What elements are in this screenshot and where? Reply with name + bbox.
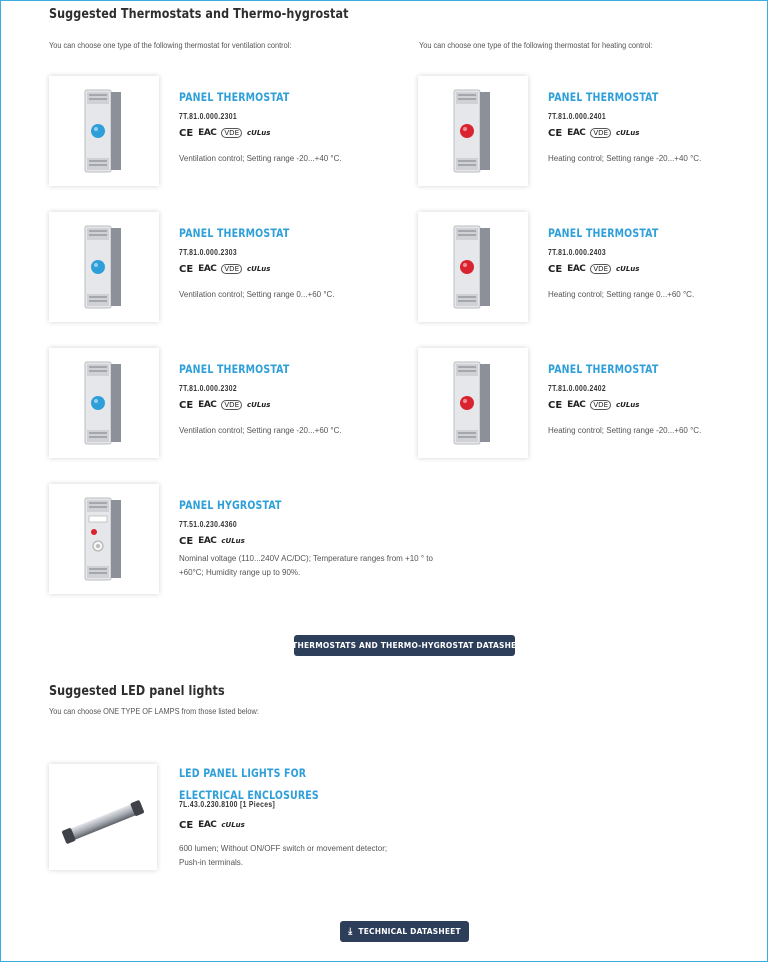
product-code: 7L.43.0.230.8100 [1 Pieces]	[179, 800, 276, 809]
product-title[interactable]: PANEL THERMOSTAT	[548, 90, 659, 104]
ventilation-note: You can choose one type of the following…	[49, 41, 292, 50]
ul-mark-icon: cULus	[247, 401, 271, 409]
certification-marks: CE EAC VDE cULus	[548, 398, 639, 412]
technical-datasheet-button-label: TECHNICAL DATASHEET	[358, 927, 461, 936]
product-image[interactable]	[418, 76, 528, 186]
product-code: 7T.51.0.230.4360	[179, 520, 237, 529]
page: Suggested Thermostats and Thermo-hygrost…	[0, 0, 768, 962]
ce-mark-icon: CE	[179, 819, 194, 831]
vde-mark-icon: VDE	[221, 400, 242, 410]
vde-mark-icon: VDE	[590, 264, 611, 274]
product-title[interactable]: PANEL THERMOSTAT	[179, 90, 290, 104]
product-code: 7T.81.0.000.2301	[179, 112, 237, 121]
product-description: Ventilation control; Setting range -20..…	[179, 154, 342, 163]
eac-mark-icon: EAC	[198, 536, 217, 546]
eac-mark-icon: EAC	[198, 128, 217, 138]
led-section-title: Suggested LED panel lights	[49, 684, 225, 699]
product-card[interactable]: PANEL HYGROSTAT 7T.51.0.230.4360 CE EAC …	[49, 484, 433, 596]
product-description: Ventilation control; Setting range 0...+…	[179, 290, 335, 299]
download-icon: ⤓	[281, 640, 287, 651]
ul-mark-icon: cULus	[616, 265, 640, 273]
ce-mark-icon: CE	[179, 535, 194, 547]
product-code: 7T.81.0.000.2402	[548, 384, 606, 393]
ce-mark-icon: CE	[548, 399, 563, 411]
ce-mark-icon: CE	[548, 263, 563, 275]
vde-mark-icon: VDE	[590, 128, 611, 138]
eac-mark-icon: EAC	[567, 264, 586, 274]
product-card[interactable]: PANEL THERMOSTAT 7T.81.0.000.2402 CE EAC…	[418, 348, 767, 460]
vde-mark-icon: VDE	[590, 400, 611, 410]
product-title[interactable]: PANEL THERMOSTAT	[548, 362, 659, 376]
certification-marks: CE EAC VDE cULus	[179, 126, 270, 140]
ul-mark-icon: cULus	[616, 129, 640, 137]
product-card[interactable]: PANEL THERMOSTAT 7T.81.0.000.2301 CE EAC…	[49, 76, 409, 188]
product-card[interactable]: PANEL THERMOSTAT 7T.81.0.000.2403 CE EAC…	[418, 212, 767, 324]
certification-marks: CE EAC cULus	[179, 534, 245, 548]
product-card[interactable]: PANEL THERMOSTAT 7T.81.0.000.2302 CE EAC…	[49, 348, 409, 460]
thermostat-device-image	[84, 225, 121, 309]
vde-mark-icon: VDE	[221, 128, 242, 138]
product-description: Nominal voltage (110...240V AC/DC); Temp…	[179, 554, 433, 577]
certification-marks: CE EAC cULus	[179, 818, 245, 832]
vde-mark-icon: VDE	[221, 264, 242, 274]
product-code: 7T.81.0.000.2303	[179, 248, 237, 257]
product-title[interactable]: PANEL HYGROSTAT	[179, 498, 282, 512]
product-code: 7T.81.0.000.2403	[548, 248, 606, 257]
product-description: Ventilation control; Setting range -20..…	[179, 426, 342, 435]
product-code: 7T.81.0.000.2401	[548, 112, 606, 121]
download-icon: ⤓	[348, 926, 353, 937]
product-image[interactable]	[49, 348, 159, 458]
product-title[interactable]: PANEL THERMOSTAT	[179, 226, 290, 240]
ce-mark-icon: CE	[548, 127, 563, 139]
product-image[interactable]	[49, 764, 157, 870]
thermostat-device-image	[84, 89, 121, 173]
product-description: 600 lumen; Without ON/OFF switch or move…	[179, 844, 388, 867]
ce-mark-icon: CE	[179, 399, 194, 411]
thermo-datasheet-button[interactable]: ⤓ THERMOSTATS AND THERMO-HYGROSTAT DATAS…	[282, 635, 527, 656]
thermostat-device-image	[453, 89, 490, 173]
thermostat-device-image	[84, 361, 121, 445]
led-lamp-image	[62, 800, 144, 844]
product-description: Heating control; Setting range -20...+60…	[548, 426, 702, 435]
thermostat-device-image	[84, 497, 121, 581]
ul-mark-icon: cULus	[247, 129, 271, 137]
product-card[interactable]: PANEL THERMOSTAT 7T.81.0.000.2401 CE EAC…	[418, 76, 767, 188]
product-description: Heating control; Setting range -20...+40…	[548, 154, 702, 163]
product-image[interactable]	[49, 484, 159, 594]
product-image[interactable]	[418, 348, 528, 458]
product-description: Heating control; Setting range 0...+60 °…	[548, 290, 695, 299]
eac-mark-icon: EAC	[198, 264, 217, 274]
certification-marks: CE EAC VDE cULus	[179, 398, 270, 412]
technical-datasheet-button[interactable]: ⤓ TECHNICAL DATASHEET	[340, 921, 469, 942]
certification-marks: CE EAC VDE cULus	[548, 126, 639, 140]
thermo-section-title: Suggested Thermostats and Thermo-hygrost…	[49, 7, 349, 22]
certification-marks: CE EAC VDE cULus	[548, 262, 639, 276]
ul-mark-icon: cULus	[616, 401, 640, 409]
thermostat-device-image	[453, 225, 490, 309]
ul-mark-icon: cULus	[221, 821, 245, 829]
product-image[interactable]	[49, 212, 159, 322]
thermo-datasheet-button-label: THERMOSTATS AND THERMO-HYGROSTAT DATASHE…	[292, 641, 528, 650]
eac-mark-icon: EAC	[567, 400, 586, 410]
certification-marks: CE EAC VDE cULus	[179, 262, 270, 276]
eac-mark-icon: EAC	[198, 400, 217, 410]
product-image[interactable]	[418, 212, 528, 322]
eac-mark-icon: EAC	[198, 820, 217, 830]
ul-mark-icon: cULus	[221, 537, 245, 545]
ce-mark-icon: CE	[179, 127, 194, 139]
eac-mark-icon: EAC	[567, 128, 586, 138]
led-product-card[interactable]: LED PANEL LIGHTS FOR ELECTRICAL ENCLOSUR…	[49, 764, 409, 876]
product-title[interactable]: PANEL THERMOSTAT	[179, 362, 290, 376]
led-note: You can choose ONE TYPE OF LAMPS from th…	[49, 707, 259, 716]
thermostat-device-image	[453, 361, 490, 445]
product-code: 7T.81.0.000.2302	[179, 384, 237, 393]
product-image[interactable]	[49, 76, 159, 186]
ul-mark-icon: cULus	[247, 265, 271, 273]
product-card[interactable]: PANEL THERMOSTAT 7T.81.0.000.2303 CE EAC…	[49, 212, 409, 324]
product-title[interactable]: PANEL THERMOSTAT	[548, 226, 659, 240]
heating-note: You can choose one type of the following…	[419, 41, 653, 50]
ce-mark-icon: CE	[179, 263, 194, 275]
